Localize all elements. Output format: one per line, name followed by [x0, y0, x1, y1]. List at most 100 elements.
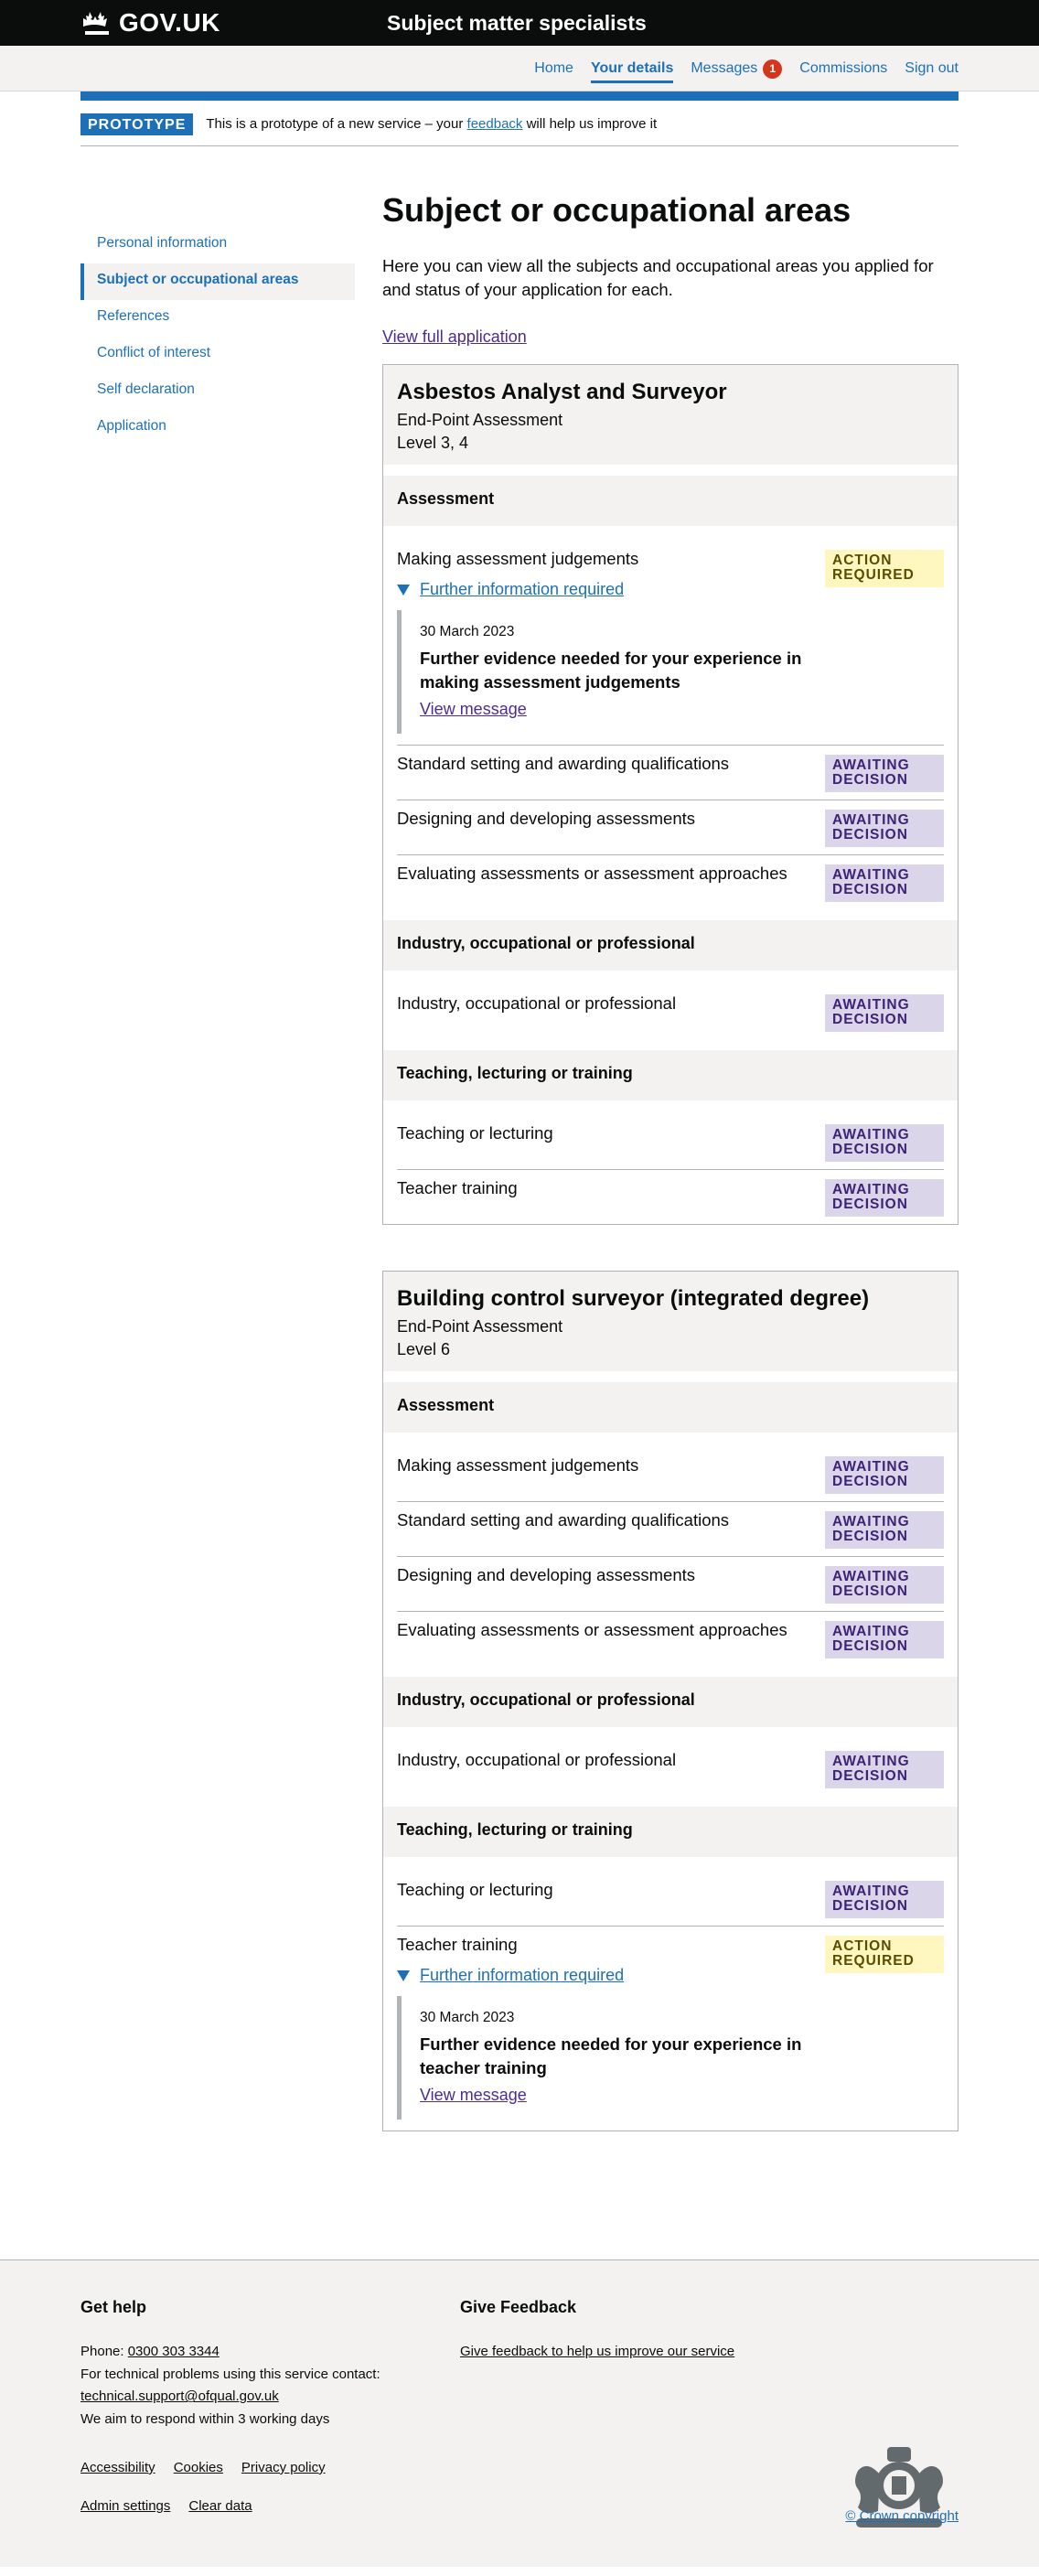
section-items: Teaching or lecturing AWAITING DECISION … [383, 1100, 958, 1224]
section-items: Making assessment judgements Further inf… [383, 526, 958, 909]
area-item-making-assessment-judgements: Making assessment judgements AWAITING DE… [397, 1433, 944, 1503]
item-label: Industry, occupational or professional [397, 993, 677, 1014]
sidebar-item-application[interactable]: Application [80, 410, 355, 446]
give-feedback-link[interactable]: Give feedback to help us improve our ser… [460, 2344, 734, 2359]
further-info-details: Further information required 30 March 20… [397, 579, 825, 735]
phone-line: Phone: 0300 303 3344 [80, 2341, 460, 2364]
item-label: Teaching or lecturing [397, 1880, 553, 1900]
further-info-summary: Further information required [420, 1966, 625, 1985]
item-body: Making assessment judgements [397, 1454, 825, 1501]
phone-label: Phone: [80, 2343, 124, 2359]
area-item-teaching-or-lecturing: Teaching or lecturing AWAITING DECISION [397, 1857, 944, 1927]
card-title: Building control surveyor (integrated de… [397, 1286, 870, 1312]
item-label: Evaluating assessments or assessment app… [397, 1620, 787, 1640]
further-info-toggle[interactable]: Further information required [397, 579, 825, 601]
view-message-link[interactable]: View message [420, 700, 527, 718]
status-tag: AWAITING DECISION [825, 994, 944, 1033]
item-body: Teaching or lecturing [397, 1122, 825, 1169]
status-tag: AWAITING DECISION [825, 755, 944, 793]
item-body: Designing and developing assessments [397, 1564, 825, 1611]
support-email-link[interactable]: technical.support@ofqual.gov.uk [80, 2388, 279, 2404]
section-heading: Teaching, lecturing or training [383, 1807, 958, 1858]
message-title: Further evidence needed for your experie… [420, 2034, 802, 2078]
further-info-toggle[interactable]: Further information required [397, 1965, 825, 1987]
card-type: End-Point Assessment [397, 1316, 563, 1336]
nav-messages[interactable]: Messages 1 [691, 52, 783, 85]
site-footer: Get help Phone: 0300 303 3344 For techni… [0, 2259, 1039, 2568]
message-title: Further evidence needed for your experie… [420, 649, 802, 692]
item-label: Teaching or lecturing [397, 1123, 553, 1143]
area-item-teacher-training: Teacher training AWAITING DECISION [397, 1170, 944, 1224]
triangle-down-icon [397, 1970, 410, 1982]
nav-home[interactable]: Home [534, 52, 573, 85]
feedback-column: Give Feedback Give feedback to help us i… [460, 2297, 840, 2431]
item-body: Teacher training Further information req… [397, 1934, 825, 2131]
footer-link-clear-data[interactable]: Clear data [188, 2497, 252, 2516]
item-label: Standard setting and awarding qualificat… [397, 754, 730, 774]
area-item-teacher-training: Teacher training Further information req… [397, 1927, 944, 2131]
section-heading: Industry, occupational or professional [383, 1677, 958, 1728]
sidebar-item-self-declaration[interactable]: Self declaration [80, 373, 355, 410]
card-type: End-Point Assessment [397, 410, 563, 429]
nav-commissions[interactable]: Commissions [799, 52, 887, 85]
status-tag: AWAITING DECISION [825, 1124, 944, 1163]
footer-link-privacy-policy[interactable]: Privacy policy [241, 2459, 326, 2477]
section-heading: Assessment [383, 1382, 958, 1433]
messages-count-badge: 1 [763, 59, 783, 79]
sidebar-item-subject-areas[interactable]: Subject or occupational areas [80, 263, 355, 301]
message-date: 30 March 2023 [420, 2009, 515, 2025]
further-info-summary: Further information required [420, 580, 625, 599]
status-tag: AWAITING DECISION [825, 864, 944, 903]
item-body: Standard setting and awarding qualificat… [397, 1509, 825, 1556]
section-items: Industry, occupational or professional A… [383, 971, 958, 1039]
intro-text: Here you can view all the subjects and o… [382, 255, 934, 299]
section-items: Industry, occupational or professional A… [383, 1727, 958, 1796]
sidebar-item-personal-information[interactable]: Personal information [80, 227, 355, 263]
footer-links-secondary: Admin settings Clear data [80, 2497, 959, 2516]
section-heading: Industry, occupational or professional [383, 920, 958, 971]
area-item-industry-occupational-or-professional: Industry, occupational or professional A… [397, 971, 944, 1039]
crown-copyright-link[interactable]: © Crown copyright [845, 2507, 959, 2526]
tech-support-text: For technical problems using this servic… [80, 2366, 380, 2382]
item-label: Designing and developing assessments [397, 1565, 696, 1585]
sidebar-item-references[interactable]: References [80, 300, 355, 337]
sidebar-item-conflict-of-interest[interactable]: Conflict of interest [80, 337, 355, 373]
section-items: Teaching or lecturing AWAITING DECISION … [383, 1857, 958, 2131]
message-date: 30 March 2023 [420, 623, 515, 639]
application-cards: Asbestos Analyst and Surveyor End-Point … [382, 363, 959, 2132]
nav-messages-label: Messages [691, 60, 758, 77]
primary-navigation: Home Your details Messages 1 Commissions … [0, 46, 1039, 91]
view-message-link[interactable]: View message [420, 2086, 527, 2104]
area-item-industry-occupational-or-professional: Industry, occupational or professional A… [397, 1727, 944, 1796]
get-help-heading: Get help [80, 2298, 147, 2317]
area-item-standard-setting-and-awarding-qualifications: Standard setting and awarding qualificat… [397, 1502, 944, 1558]
footer-link-accessibility[interactable]: Accessibility [80, 2459, 155, 2477]
feedback-link[interactable]: feedback [467, 116, 523, 132]
footer-link-cookies[interactable]: Cookies [174, 2459, 223, 2477]
item-body: Teacher training [397, 1177, 825, 1224]
nav-sign-out[interactable]: Sign out [905, 52, 959, 85]
item-label: Teacher training [397, 1935, 518, 1955]
status-tag: AWAITING DECISION [825, 810, 944, 848]
response-time-text: We aim to respond within 3 working days [80, 2411, 330, 2428]
nav-your-details[interactable]: Your details [590, 54, 674, 83]
section-heading: Assessment [383, 475, 958, 526]
status-tag: ACTION REQUIRED [825, 549, 944, 587]
phase-text: This is a prototype of a new service – y… [206, 115, 657, 134]
item-body: Making assessment judgements Further inf… [397, 548, 825, 745]
phone-link[interactable]: 0300 303 3344 [128, 2344, 220, 2359]
item-label: Making assessment judgements [397, 1455, 639, 1476]
application-card: Building control surveyor (integrated de… [382, 1271, 959, 2132]
govuk-logo-link[interactable]: GOV.UK [80, 6, 387, 40]
item-label: Standard setting and awarding qualificat… [397, 1510, 730, 1530]
view-full-application-link[interactable]: View full application [382, 327, 527, 349]
card-title: Asbestos Analyst and Surveyor [397, 379, 727, 404]
item-body: Designing and developing assessments [397, 808, 825, 854]
footer-link-admin-settings[interactable]: Admin settings [80, 2497, 170, 2516]
application-card: Asbestos Analyst and Surveyor End-Point … [382, 363, 959, 1226]
sidebar: Personal information Subject or occupati… [80, 192, 355, 2177]
section-items: Making assessment judgements AWAITING DE… [383, 1433, 958, 1666]
service-name[interactable]: Subject matter specialists [387, 9, 647, 37]
item-label: Designing and developing assessments [397, 809, 696, 829]
give-feedback-heading: Give Feedback [460, 2298, 577, 2317]
